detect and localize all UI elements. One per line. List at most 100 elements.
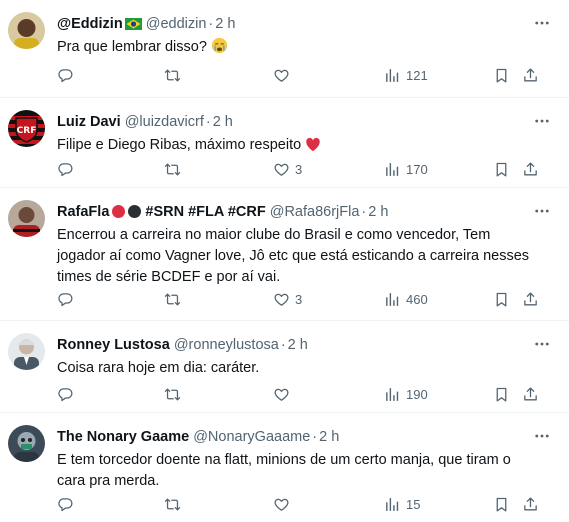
share-icon — [522, 291, 539, 308]
views-button[interactable]: 170 — [384, 158, 428, 180]
user-handle[interactable]: @ronneylustosa — [174, 337, 279, 353]
retweet-button[interactable] — [164, 383, 186, 405]
svg-text:CRF: CRF — [17, 126, 37, 136]
views-button[interactable]: 460 — [384, 288, 428, 310]
avatar[interactable] — [8, 12, 45, 49]
share-button[interactable] — [522, 64, 539, 86]
reply-icon — [57, 161, 74, 178]
more-icon[interactable] — [531, 112, 555, 130]
retweet-icon — [164, 291, 181, 308]
red-circle-emoji-icon — [112, 205, 126, 218]
more-icon[interactable] — [531, 202, 555, 220]
user-name[interactable]: The Nonary Gaame — [57, 429, 189, 445]
views-icon — [384, 291, 401, 308]
view-count: 15 — [406, 496, 421, 512]
tweet[interactable]: Ronney Lustosa @ronneylustosa · 2 h Coisa … — [0, 321, 569, 413]
retweet-button[interactable] — [164, 288, 186, 310]
share-button[interactable] — [522, 158, 539, 180]
avatar[interactable] — [8, 425, 45, 462]
like-count: 3 — [295, 291, 303, 307]
more-icon[interactable] — [531, 335, 555, 353]
crying-face-emoji-icon — [211, 37, 228, 61]
share-button[interactable] — [522, 493, 539, 515]
like-button[interactable] — [273, 64, 295, 86]
more-icon[interactable] — [531, 14, 555, 32]
separator-dot: · — [208, 16, 214, 32]
timestamp[interactable]: 2 h — [368, 204, 388, 220]
share-icon — [522, 496, 539, 513]
retweet-button[interactable] — [164, 493, 186, 515]
tweet-text-content: Filipe e Diego Ribas, máximo respeito — [57, 137, 302, 153]
views-button[interactable]: 15 — [384, 493, 420, 515]
user-name-tags: #SRN #FLA #CRF — [145, 204, 266, 220]
like-button[interactable]: 3 — [273, 158, 302, 180]
bookmark-button[interactable] — [493, 64, 510, 86]
user-handle[interactable]: @luizdavicrf — [125, 114, 204, 130]
tweet-text: Encerrou a carreira no maior clube do Br… — [57, 227, 530, 285]
user-handle[interactable]: @NonaryGaaame — [193, 429, 310, 445]
tweet-text: E tem torcedor doente na flatt, minions … — [57, 452, 511, 489]
share-icon — [522, 161, 539, 178]
view-count: 170 — [406, 161, 428, 177]
tweet[interactable]: CRF Luiz Davi @luizdavicrf · 2 h Filipe e … — [0, 98, 569, 188]
reply-button[interactable] — [57, 64, 79, 86]
like-button[interactable]: 3 — [273, 288, 302, 310]
share-button[interactable] — [522, 288, 539, 310]
views-icon — [384, 496, 401, 513]
reply-button[interactable] — [57, 493, 79, 515]
tweet-header: @Eddizin @eddizin · 2 h — [57, 14, 529, 34]
tweet[interactable]: RafaFla #SRN #FLA #CRF @Rafa86rjFla · 2 h E… — [0, 188, 569, 321]
retweet-button[interactable] — [164, 158, 186, 180]
like-icon — [273, 67, 290, 84]
reply-button[interactable] — [57, 383, 79, 405]
user-name[interactable]: RafaFla — [57, 204, 109, 220]
user-name[interactable]: @Eddizin — [57, 16, 123, 32]
bookmark-button[interactable] — [493, 288, 510, 310]
user-name[interactable]: Ronney Lustosa — [57, 337, 170, 353]
timestamp[interactable]: 2 h — [319, 429, 339, 445]
timestamp[interactable]: 2 h — [213, 114, 233, 130]
bookmark-button[interactable] — [493, 383, 510, 405]
tweet-actions: 3 460 — [57, 288, 552, 310]
views-icon — [384, 386, 401, 403]
tweet[interactable]: @Eddizin @eddizin · 2 h Pra que lembrar di… — [0, 0, 569, 98]
bookmark-icon — [493, 386, 510, 403]
retweet-icon — [164, 386, 181, 403]
black-circle-emoji-icon — [128, 205, 142, 218]
reply-button[interactable] — [57, 158, 79, 180]
more-icon[interactable] — [531, 427, 555, 445]
timestamp[interactable]: 2 h — [215, 16, 235, 32]
bookmark-icon — [493, 291, 510, 308]
retweet-button[interactable] — [164, 64, 186, 86]
tweet-actions: 3 170 — [57, 158, 552, 180]
like-icon — [273, 386, 290, 403]
like-icon — [273, 291, 290, 308]
like-button[interactable] — [273, 493, 295, 515]
user-handle[interactable]: @eddizin — [146, 16, 207, 32]
brazil-flag-icon — [124, 16, 142, 36]
retweet-icon — [164, 161, 181, 178]
reply-button[interactable] — [57, 288, 79, 310]
views-button[interactable]: 121 — [384, 64, 428, 86]
bookmark-button[interactable] — [493, 158, 510, 180]
bookmark-button[interactable] — [493, 493, 510, 515]
user-handle[interactable]: @Rafa86rjFla — [270, 204, 360, 220]
avatar[interactable] — [8, 200, 45, 237]
share-button[interactable] — [522, 383, 539, 405]
timestamp[interactable]: 2 h — [288, 337, 308, 353]
tweet-header: The Nonary Gaame @NonaryGaaame · 2 h — [57, 427, 529, 447]
reply-icon — [57, 386, 74, 403]
avatar[interactable] — [8, 333, 45, 370]
avatar[interactable]: CRF — [8, 110, 45, 147]
retweet-icon — [164, 496, 181, 513]
view-count: 460 — [406, 291, 428, 307]
tweet[interactable]: The Nonary Gaame @NonaryGaaame · 2 h E tem… — [0, 413, 569, 522]
like-button[interactable] — [273, 383, 295, 405]
like-icon — [273, 161, 290, 178]
user-name[interactable]: Luiz Davi — [57, 114, 121, 130]
share-icon — [522, 67, 539, 84]
tweet-header: Ronney Lustosa @ronneylustosa · 2 h — [57, 335, 529, 355]
separator-dot: · — [205, 114, 211, 130]
views-button[interactable]: 190 — [384, 383, 428, 405]
view-count: 190 — [406, 386, 428, 402]
